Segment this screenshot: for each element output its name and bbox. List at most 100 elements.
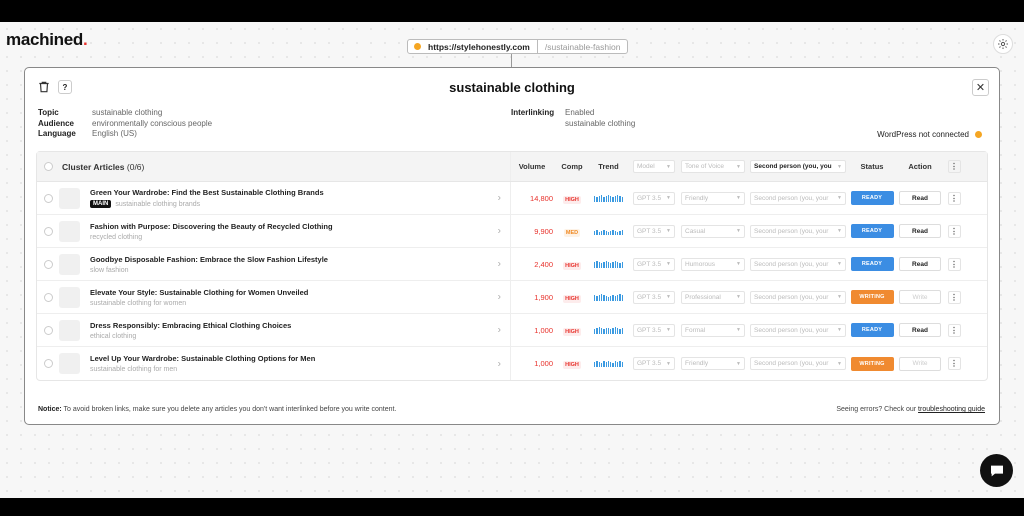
row-more-menu[interactable]: ⋮ — [947, 290, 961, 304]
status-header: Status — [860, 162, 884, 171]
select-all-checkbox[interactable] — [43, 162, 53, 171]
row-more-menu[interactable]: ⋮ — [947, 224, 961, 238]
trend-header: Trend — [598, 162, 619, 171]
warning-dot-icon — [975, 131, 982, 138]
trend-sparkline — [594, 326, 623, 334]
person-select[interactable]: Second person (you, your ▼ — [750, 290, 846, 304]
comp-badge: HIGH — [563, 294, 581, 303]
article-cell[interactable]: Green Your Wardrobe: Find the Best Susta… — [87, 182, 511, 214]
page-title: sustainable clothing — [449, 80, 575, 95]
trend-sparkline — [594, 293, 623, 301]
article-thumbnail — [59, 353, 80, 374]
row-checkbox[interactable] — [43, 359, 53, 368]
row-checkbox[interactable] — [43, 193, 53, 203]
warning-dot-icon — [414, 43, 421, 50]
row-checkbox[interactable] — [43, 259, 53, 269]
cluster-panel: ? sustainable clothing ✕ Topic sustainabl… — [24, 67, 1000, 425]
article-cell[interactable]: Goodbye Disposable Fashion: Embrace the … — [87, 248, 511, 280]
article-title: Elevate Your Style: Sustainable Clothing… — [90, 287, 309, 297]
troubleshooting-guide-link[interactable]: troubleshooting guide — [918, 406, 985, 413]
tone-select[interactable]: Humorous ▼ — [681, 257, 745, 271]
status-badge: WRITING — [850, 356, 894, 371]
action-button[interactable]: Write — [899, 356, 941, 371]
chevron-right-icon[interactable]: › — [498, 193, 501, 204]
volume-header[interactable]: Volume — [511, 162, 557, 171]
model-select[interactable]: GPT 3.5 ▼ — [633, 224, 675, 238]
table-row[interactable]: Goodbye Disposable Fashion: Embrace the … — [37, 248, 987, 281]
article-cell[interactable]: Fashion with Purpose: Discovering the Be… — [87, 215, 511, 247]
chat-button[interactable] — [980, 454, 1013, 487]
machined-logo[interactable]: machined. — [6, 30, 88, 50]
tone-select-all[interactable]: Tone of Voice ▼ — [681, 160, 745, 173]
table-row[interactable]: Elevate Your Style: Sustainable Clothing… — [37, 281, 987, 314]
article-keyword: recycled clothing — [90, 233, 143, 241]
model-select[interactable]: GPT 3.5 ▼ — [633, 191, 675, 205]
comp-header[interactable]: Comp — [557, 162, 587, 171]
status-badge: READY — [850, 191, 894, 205]
person-select[interactable]: Second person (you, your ▼ — [750, 224, 846, 238]
status-badge: READY — [850, 224, 894, 238]
person-select[interactable]: Second person (you, your ▼ — [750, 357, 846, 370]
row-checkbox[interactable] — [43, 292, 53, 302]
site-path[interactable]: /sustainable-fashion — [538, 40, 628, 53]
connector-line — [511, 54, 512, 67]
article-keyword: slow fashion — [90, 266, 129, 274]
action-button[interactable]: Read — [899, 257, 941, 271]
person-select-all[interactable]: Second person (you, you ▼ — [750, 160, 846, 173]
close-button[interactable]: ✕ — [972, 79, 989, 96]
status-badge: READY — [850, 323, 894, 337]
chevron-right-icon[interactable]: › — [498, 259, 501, 270]
table-row[interactable]: Fashion with Purpose: Discovering the Be… — [37, 215, 987, 248]
row-more-menu[interactable]: ⋮ — [947, 357, 961, 370]
site-domain[interactable]: https://stylehonestly.com — [408, 40, 538, 53]
person-select[interactable]: Second person (you, your ▼ — [750, 257, 846, 271]
table-row[interactable]: Level Up Your Wardrobe: Sustainable Clot… — [37, 347, 987, 380]
tone-select[interactable]: Casual ▼ — [681, 224, 745, 238]
article-cell[interactable]: Level Up Your Wardrobe: Sustainable Clot… — [87, 347, 511, 380]
action-button[interactable]: Read — [899, 191, 941, 205]
status-badge: READY — [850, 257, 894, 271]
chevron-right-icon[interactable]: › — [498, 358, 501, 369]
site-url-bar[interactable]: https://stylehonestly.com /sustainable-f… — [407, 39, 629, 54]
chat-icon — [990, 465, 1003, 476]
action-button[interactable]: Read — [899, 323, 941, 337]
article-keyword: sustainable clothing for men — [90, 366, 178, 373]
tone-select[interactable]: Formal ▼ — [681, 323, 745, 337]
row-more-menu[interactable]: ⋮ — [947, 257, 961, 271]
article-cell[interactable]: Elevate Your Style: Sustainable Clothing… — [87, 281, 511, 313]
action-button[interactable]: Read — [899, 224, 941, 238]
person-select[interactable]: Second person (you, your ▼ — [750, 323, 846, 337]
model-select[interactable]: GPT 3.5 ▼ — [633, 357, 675, 370]
row-checkbox[interactable] — [43, 226, 53, 236]
main-badge: MAIN — [90, 200, 112, 208]
model-select[interactable]: GPT 3.5 ▼ — [633, 323, 675, 337]
row-checkbox[interactable] — [43, 325, 53, 335]
comp-badge: HIGH — [563, 195, 581, 204]
table-row[interactable]: Green Your Wardrobe: Find the Best Susta… — [37, 182, 987, 215]
model-select[interactable]: GPT 3.5 ▼ — [633, 257, 675, 271]
volume-value: 9,900 — [534, 226, 553, 236]
row-more-menu[interactable]: ⋮ — [947, 323, 961, 337]
table-row[interactable]: Dress Responsibly: Embracing Ethical Clo… — [37, 314, 987, 347]
comp-badge: MED — [563, 228, 581, 237]
model-select-all[interactable]: Model ▼ — [633, 160, 675, 173]
trend-sparkline — [594, 260, 623, 268]
model-select[interactable]: GPT 3.5 ▼ — [633, 290, 675, 304]
trend-sparkline — [594, 228, 623, 235]
row-more-menu[interactable]: ⋮ — [947, 191, 961, 205]
person-select[interactable]: Second person (you, your ▼ — [750, 191, 846, 205]
chevron-right-icon[interactable]: › — [498, 325, 501, 336]
cluster-header: Cluster Articles (0/6) — [59, 152, 511, 181]
tone-select[interactable]: Friendly ▼ — [681, 357, 745, 370]
chevron-right-icon[interactable]: › — [498, 226, 501, 237]
action-button[interactable]: Write — [899, 290, 941, 304]
article-cell[interactable]: Dress Responsibly: Embracing Ethical Clo… — [87, 314, 511, 346]
tone-select[interactable]: Professional ▼ — [681, 290, 745, 304]
gear-icon[interactable] — [993, 34, 1013, 54]
article-title: Green Your Wardrobe: Find the Best Susta… — [90, 188, 324, 197]
article-keyword: sustainable clothing for women — [90, 299, 187, 307]
wordpress-status[interactable]: WordPress not connected — [877, 130, 982, 139]
tone-select[interactable]: Friendly ▼ — [681, 191, 745, 205]
chevron-right-icon[interactable]: › — [498, 292, 501, 303]
bulk-more-menu[interactable]: ⋮ — [947, 160, 961, 173]
